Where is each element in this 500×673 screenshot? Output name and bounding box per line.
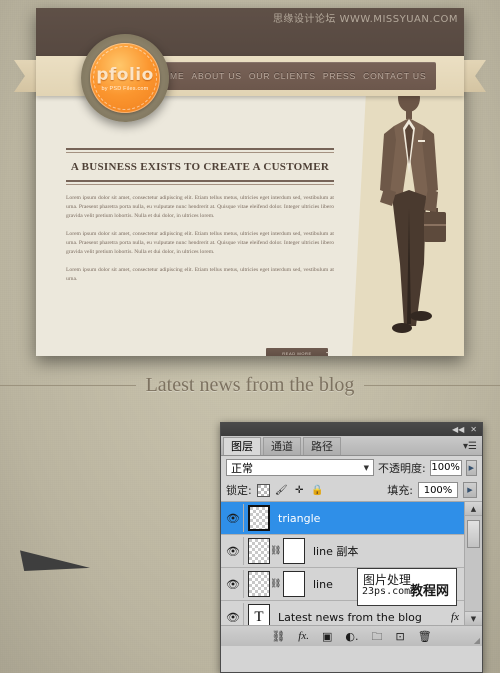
mask-icon[interactable]: ▣ xyxy=(322,631,332,642)
watermark-line-2: 23ps.com xyxy=(362,586,411,597)
layer-thumbnail[interactable] xyxy=(248,571,270,597)
nav-item-press[interactable]: PRESS xyxy=(323,71,356,81)
layer-list: 👁 triangle 👁 ⛓ line 副本 👁 ⛓ line 👁 T Late… xyxy=(221,502,465,625)
logo-inner-circle: pfolio by PSD Files.com xyxy=(90,43,160,113)
article-paragraph: Lorem ipsum dolor sit amet, consectetur … xyxy=(66,267,334,282)
divider-line-left xyxy=(0,384,136,386)
pen-nib-icon: ✒ xyxy=(326,350,330,355)
lock-position-icon[interactable]: ✛ xyxy=(293,484,306,497)
website-mockup: 思缘设计论坛 WWW.MISSYUAN.COM A BUSINESS EXIST… xyxy=(14,8,486,356)
fill-input[interactable]: 100% xyxy=(418,482,458,498)
illustration-panel xyxy=(352,60,464,356)
scroll-down-icon[interactable]: ▼ xyxy=(465,611,482,625)
layer-name: line xyxy=(313,577,333,591)
nav-item-about-us[interactable]: ABOUT US xyxy=(191,71,242,81)
blend-mode-value: 正常 xyxy=(231,461,253,475)
heading-rule-bottom xyxy=(66,180,334,182)
photoshop-layers-panel: ◀◀ ✕ 图层 通道 路径 ▾☰ 正常 ▼ 不透明度: 100% ▶ 锁定: 🖌… xyxy=(220,422,483,673)
read-more-label: READ MORE xyxy=(282,351,312,356)
new-layer-icon[interactable]: ⊡ xyxy=(396,631,405,642)
businessman-illustration xyxy=(366,78,452,334)
article-block: A BUSINESS EXISTS TO CREATE A CUSTOMER L… xyxy=(66,148,334,356)
tab-paths[interactable]: 路径 xyxy=(303,437,341,455)
trash-icon[interactable]: 🗑 xyxy=(418,631,432,642)
scrollbar-track[interactable] xyxy=(465,516,482,611)
layer-row-line-copy[interactable]: 👁 ⛓ line 副本 xyxy=(221,535,465,568)
resize-grip-icon[interactable]: ◢ xyxy=(474,636,480,645)
article-paragraph: Lorem ipsum dolor sit amet, consectetur … xyxy=(66,231,334,255)
layer-name: triangle xyxy=(278,511,321,525)
lock-row: 锁定: 🖌 ✛ 🔒 填充: 100% ▶ xyxy=(221,479,482,502)
link-mask-icon[interactable]: ⛓ xyxy=(270,579,281,589)
layer-name: Latest news from the blog xyxy=(278,610,422,624)
divider-line-right xyxy=(364,384,500,386)
main-navigation: HOME ABOUT US OUR CLIENTS PRESS CONTACT … xyxy=(146,62,436,90)
link-mask-icon[interactable]: ⛓ xyxy=(270,546,281,556)
text-layer-thumbnail[interactable]: T xyxy=(248,604,270,625)
layers-list-region: 👁 triangle 👁 ⛓ line 副本 👁 ⛓ line 👁 T Late… xyxy=(221,502,482,626)
latest-news-divider: Latest news from the blog xyxy=(0,368,500,402)
lock-all-icon[interactable]: 🔒 xyxy=(311,484,324,497)
heading-rule-top xyxy=(66,148,334,150)
fill-label: 填充: xyxy=(387,484,413,497)
scrollbar-thumb[interactable] xyxy=(467,520,480,548)
watermark-line-3: 教程网 xyxy=(410,584,450,599)
layer-name: line 副本 xyxy=(313,545,359,558)
layer-mask-thumbnail[interactable] xyxy=(283,538,305,564)
lock-pixels-icon[interactable]: 🖌 xyxy=(275,484,288,497)
forum-watermark-text: 思缘设计论坛 WWW.MISSYUAN.COM xyxy=(272,14,458,25)
link-icon[interactable]: ⛓ xyxy=(271,631,285,642)
lock-label: 锁定: xyxy=(226,484,252,497)
panel-titlebar: ◀◀ ✕ xyxy=(221,423,482,436)
opacity-input[interactable]: 100% xyxy=(429,459,462,476)
logo-wordmark: pfolio xyxy=(96,64,154,85)
layers-scrollbar[interactable]: ▲ ▼ xyxy=(464,502,482,625)
fx-icon[interactable]: fx. xyxy=(298,630,309,642)
opacity-slider-toggle[interactable]: ▶ xyxy=(465,459,477,476)
tab-layers[interactable]: 图层 xyxy=(223,437,261,455)
read-more-button[interactable]: READ MORE ✒ xyxy=(266,348,329,356)
chevron-down-icon: ▼ xyxy=(363,463,369,472)
businessman-svg xyxy=(380,81,446,333)
layer-effects-icon[interactable]: fx xyxy=(451,611,459,623)
fill-slider-toggle[interactable]: ▶ xyxy=(463,482,477,498)
close-panel-icon[interactable]: ✕ xyxy=(470,425,477,434)
opacity-label: 不透明度: xyxy=(378,461,426,475)
latest-news-title: Latest news from the blog xyxy=(145,373,355,396)
adjustment-icon[interactable]: ◐. xyxy=(345,631,358,642)
eye-visibility-icon[interactable]: 👁 xyxy=(223,570,244,598)
eye-visibility-icon[interactable]: 👁 xyxy=(223,537,244,565)
blend-mode-select[interactable]: 正常 ▼ xyxy=(226,459,374,476)
layer-row-triangle[interactable]: 👁 triangle xyxy=(221,502,465,535)
article-heading: A BUSINESS EXISTS TO CREATE A CUSTOMER xyxy=(70,161,330,173)
eye-visibility-icon[interactable]: 👁 xyxy=(223,603,244,625)
logo-tagline: by PSD Files.com xyxy=(101,85,149,92)
article-paragraph: Lorem ipsum dolor sit amet, consectetur … xyxy=(66,195,334,219)
panel-tabs: 图层 通道 路径 ▾☰ xyxy=(221,436,482,456)
lock-transparency-icon[interactable] xyxy=(256,483,270,497)
site-logo-badge[interactable]: pfolio by PSD Files.com xyxy=(81,34,169,122)
layer-mask-thumbnail[interactable] xyxy=(283,571,305,597)
layer-thumbnail[interactable] xyxy=(248,505,270,531)
nav-item-our-clients[interactable]: OUR CLIENTS xyxy=(249,71,316,81)
panel-footer-toolbar: ⛓ fx. ▣ ◐. 🗀 ⊡ 🗑 ◢ xyxy=(221,626,482,646)
layer-thumbnail[interactable] xyxy=(248,538,270,564)
blend-mode-row: 正常 ▼ 不透明度: 100% ▶ xyxy=(221,456,482,479)
eye-visibility-icon[interactable]: 👁 xyxy=(223,504,244,532)
tab-channels[interactable]: 通道 xyxy=(263,437,301,455)
group-folder-icon[interactable]: 🗀 xyxy=(372,631,383,642)
collapse-panel-icon[interactable]: ◀◀ xyxy=(452,425,464,434)
nav-item-contact-us[interactable]: CONTACT US xyxy=(363,71,426,81)
scroll-up-icon[interactable]: ▲ xyxy=(465,502,482,516)
panel-menu-icon[interactable]: ▾☰ xyxy=(463,441,477,452)
tutorial-watermark-box: 图片处理 23ps.com 教程网 xyxy=(357,568,457,606)
